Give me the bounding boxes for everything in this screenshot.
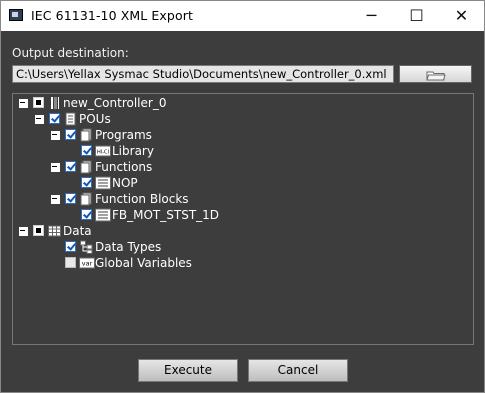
tree-label-root: new_Controller_0: [63, 96, 167, 110]
minimize-button[interactable]: ─: [349, 1, 394, 31]
collapse-toggle[interactable]: [51, 195, 60, 204]
collapse-toggle[interactable]: [51, 163, 60, 172]
controller-icon: [48, 96, 61, 110]
table-icon: [48, 224, 61, 238]
export-tree[interactable]: new_Controller_0 POUs Programs HI-CI Lib…: [12, 93, 474, 345]
tree-label-nop: NOP: [112, 176, 138, 190]
dialog-body: Output destination: C:\Users\Yellax Sysm…: [1, 31, 484, 392]
folder-icon: [426, 71, 446, 81]
cancel-button[interactable]: Cancel: [248, 359, 348, 382]
global-variables-checkbox[interactable]: [65, 257, 76, 268]
data-types-icon: [80, 240, 93, 254]
data-types-checkbox[interactable]: [65, 241, 76, 252]
svg-text:var: var: [82, 260, 93, 268]
library-icon: HI-CI: [95, 144, 111, 158]
tree-label-pous: POUs: [79, 112, 111, 126]
svg-text:HI-CI: HI-CI: [97, 150, 109, 156]
output-destination-label: Output destination:: [12, 46, 129, 60]
close-button[interactable]: ✕: [439, 1, 484, 31]
maximize-button[interactable]: ☐: [394, 1, 439, 31]
var-icon: var: [79, 256, 95, 270]
library-checkbox[interactable]: [81, 145, 92, 156]
pou-icon: [64, 112, 77, 126]
data-checkbox[interactable]: [33, 225, 44, 236]
function-blocks-checkbox[interactable]: [65, 193, 76, 204]
root-checkbox[interactable]: [33, 97, 44, 108]
window-title: IEC 61131-10 XML Export: [31, 8, 193, 23]
app-icon: [9, 9, 23, 21]
tree-label-fb-mot: FB_MOT_STST_1D: [112, 208, 220, 222]
tree-label-function-blocks: Function Blocks: [95, 192, 189, 206]
tree-label-data-types: Data Types: [95, 240, 162, 254]
tree-label-programs: Programs: [95, 128, 152, 142]
function-block-icon: [95, 208, 111, 222]
export-dialog: IEC 61131-10 XML Export ─ ☐ ✕ Output des…: [0, 0, 485, 393]
execute-button[interactable]: Execute: [138, 359, 238, 382]
tree-label-library: Library: [112, 144, 154, 158]
nop-checkbox[interactable]: [81, 177, 92, 188]
fb-mot-checkbox[interactable]: [81, 209, 92, 220]
programs-checkbox[interactable]: [65, 129, 76, 140]
programs-icon: [80, 128, 93, 142]
function-blocks-icon: [80, 192, 93, 206]
collapse-toggle[interactable]: [19, 227, 28, 236]
pous-checkbox[interactable]: [49, 113, 60, 124]
output-path-field[interactable]: C:\Users\Yellax Sysmac Studio\Documents\…: [12, 65, 394, 83]
title-bar: IEC 61131-10 XML Export ─ ☐ ✕: [1, 1, 484, 31]
tree-label-data: Data: [63, 224, 92, 238]
collapse-toggle[interactable]: [51, 131, 60, 140]
tree-label-functions: Functions: [95, 160, 153, 174]
browse-button[interactable]: [399, 65, 472, 83]
functions-icon: [80, 160, 93, 174]
collapse-toggle[interactable]: [19, 99, 28, 108]
tree-label-global-variables: Global Variables: [95, 256, 192, 270]
function-icon: [95, 176, 111, 190]
functions-checkbox[interactable]: [65, 161, 76, 172]
collapse-toggle[interactable]: [35, 115, 44, 124]
